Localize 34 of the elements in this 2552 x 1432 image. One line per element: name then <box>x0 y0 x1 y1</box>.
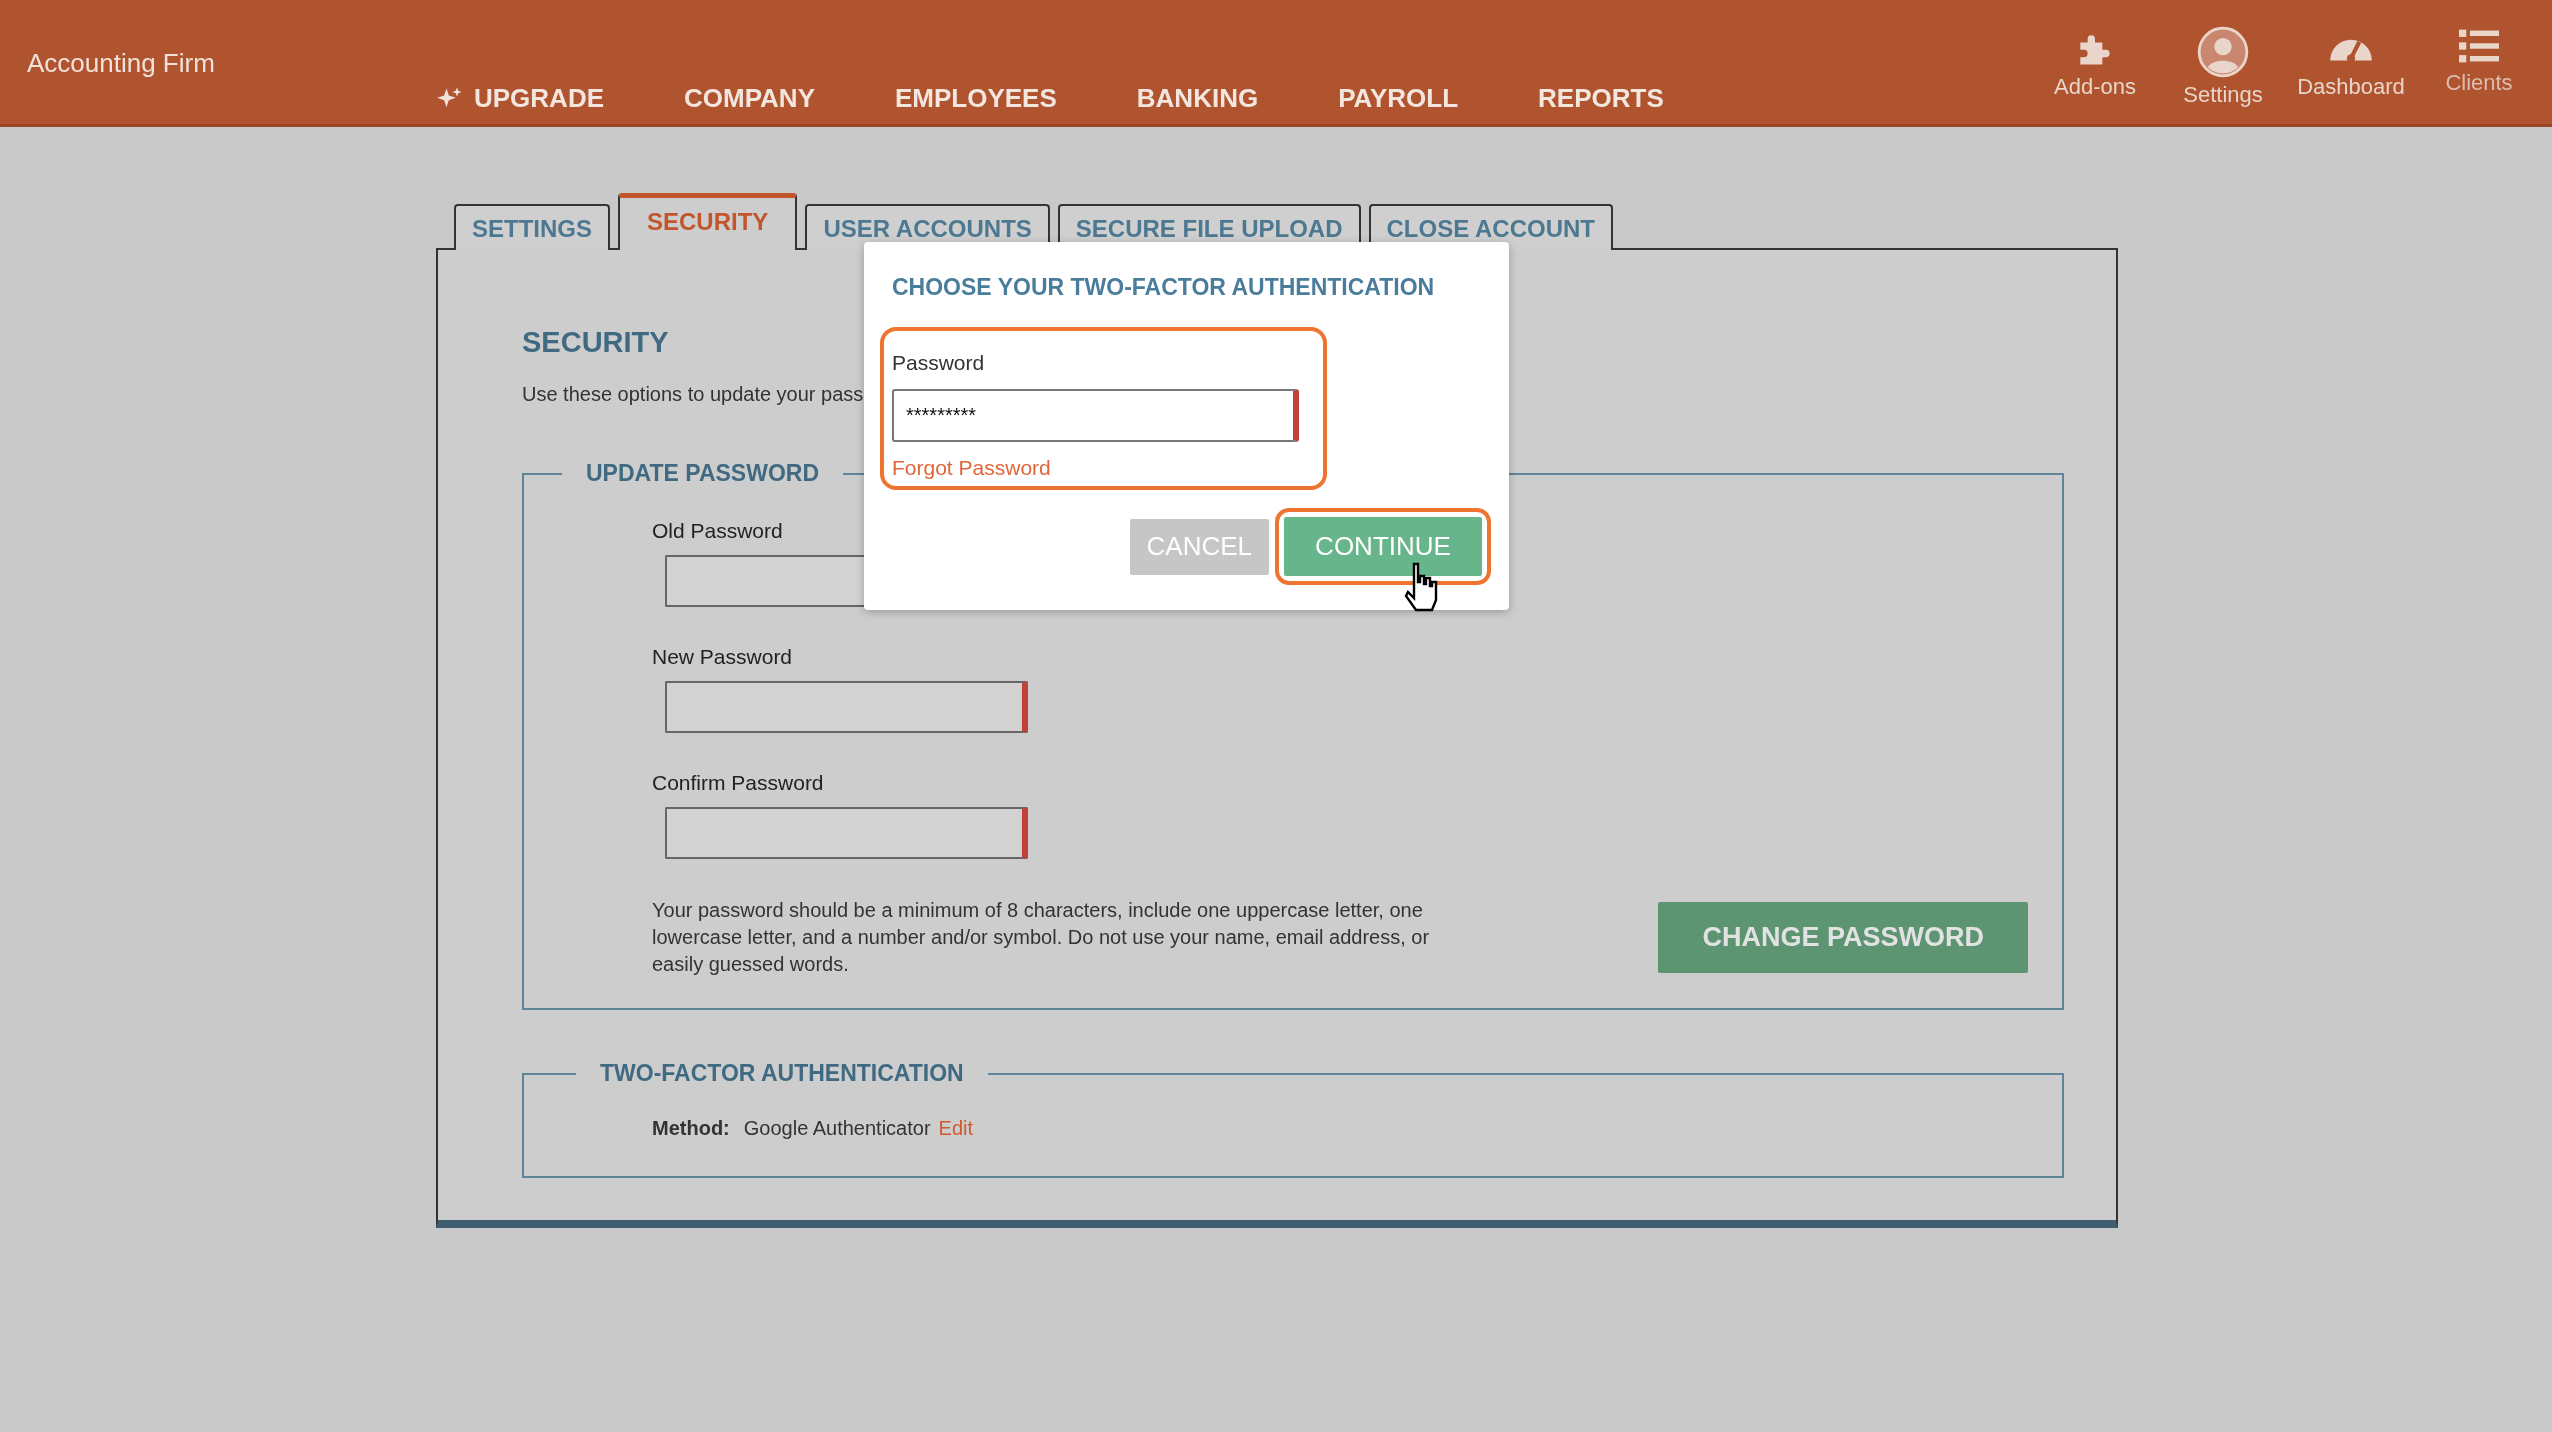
nav-link[interactable]: EMPLOYEES <box>895 83 1057 114</box>
group-legend: TWO-FACTOR AUTHENTICATION <box>576 1060 988 1087</box>
password-hint: Your password should be a minimum of 8 characters, include one uppercase letter, one lowercase letter, and a number and/or symbol. Do not use your name, email address, or easily guessed words. <box>652 898 1431 977</box>
field-label: New Password <box>652 645 793 669</box>
method-label: Method: <box>652 1117 730 1140</box>
continue-button[interactable]: CONTINUE <box>1284 517 1482 576</box>
group-legend: UPDATE PASSWORD <box>562 460 843 487</box>
user-avatar-icon <box>2197 26 2249 78</box>
section-description: Use these options to update your pass <box>522 383 864 406</box>
brand-name: Accounting Firm <box>27 48 215 79</box>
password-field[interactable] <box>665 807 1028 859</box>
password-field[interactable] <box>665 681 1028 733</box>
shortcut-button[interactable]: Settings <box>2168 26 2278 108</box>
field-label: Password <box>892 351 986 375</box>
shortcut-button[interactable]: Add-ons <box>2040 26 2150 108</box>
nav-link[interactable]: REPORTS <box>1538 83 1664 114</box>
nav-link[interactable]: COMPANY <box>684 83 815 114</box>
nav-link[interactable]: PAYROLL <box>1338 83 1459 114</box>
dialog-title: CHOOSE YOUR TWO-FACTOR AUTHENTICATION <box>892 274 1436 301</box>
forgot-password-link[interactable]: Forgot Password <box>892 456 1051 480</box>
change-password-button[interactable]: CHANGE PASSWORD <box>1658 902 2028 973</box>
field-label: Confirm Password <box>652 771 824 795</box>
nav-link[interactable]: UPGRADE <box>436 83 604 114</box>
method-value: Google Authenticator <box>743 1117 931 1140</box>
field-label: Old Password <box>652 519 783 543</box>
shortcut-button[interactable]: Clients <box>2424 26 2534 108</box>
password-field[interactable]: ********* <box>892 389 1299 442</box>
tab[interactable]: SETTINGS <box>454 204 610 250</box>
shortcut-button[interactable]: Dashboard <box>2296 26 2406 108</box>
edit-link[interactable]: Edit <box>938 1117 974 1140</box>
tab[interactable]: SECURITY <box>618 193 798 250</box>
nav-link[interactable]: BANKING <box>1136 83 1259 114</box>
tab[interactable]: CLOSE ACCOUNT <box>1368 204 1613 250</box>
section-title: SECURITY <box>522 326 669 359</box>
